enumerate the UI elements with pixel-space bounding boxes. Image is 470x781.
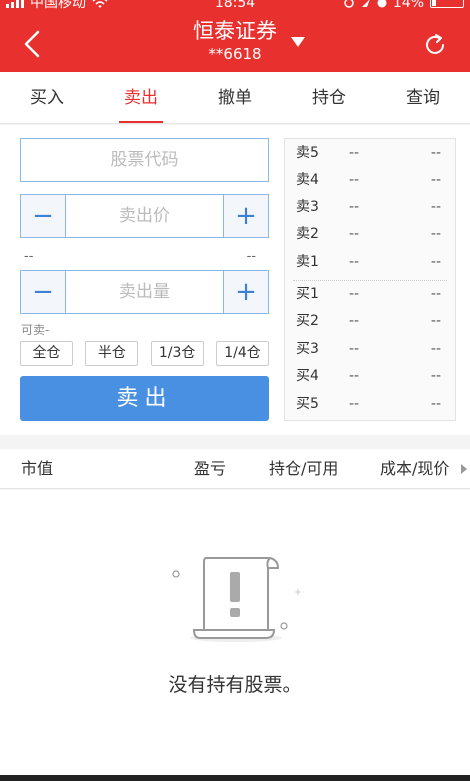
chevron-right-icon[interactable] (460, 463, 468, 475)
holdings-empty-state: 没有持有股票。 (0, 490, 470, 775)
trade-tabs: 买入 卖出 撤单 持仓 查询 (0, 72, 470, 124)
ask-row[interactable]: 卖1 -- -- (285, 249, 455, 276)
bid-price: -- (349, 286, 360, 302)
battery-icon (430, 0, 464, 8)
bid-row[interactable]: 买4 -- -- (285, 363, 455, 390)
price-limit-low: -- (24, 249, 34, 264)
tab-cancel[interactable]: 撤单 (188, 72, 282, 123)
column-profit-loss: 盈亏 (194, 459, 227, 478)
bid-volume: -- (430, 341, 441, 357)
ask-row[interactable]: 卖5 -- -- (285, 140, 455, 167)
bid-price: -- (349, 313, 360, 329)
bid-volume: -- (430, 286, 441, 302)
position-half-button[interactable]: 半仓 (85, 341, 139, 366)
price-stepper: − 卖出价 + (20, 194, 269, 238)
quantity-stepper: − 卖出量 + (20, 270, 269, 314)
ask-price: -- (349, 172, 360, 188)
ask-volume: -- (430, 226, 441, 242)
price-limit-high: -- (246, 249, 256, 264)
ask-label: 卖2 (296, 226, 319, 242)
ask-price: -- (349, 226, 360, 242)
bid-label: 买5 (296, 396, 319, 412)
ask-volume: -- (430, 172, 441, 188)
position-quarter-button[interactable]: 1/4仓 (215, 341, 269, 366)
chevron-down-icon[interactable] (290, 36, 306, 48)
bid-label: 买2 (296, 313, 319, 329)
empty-message: 没有持有股票。 (168, 674, 302, 696)
bid-volume: -- (430, 396, 441, 412)
price-input[interactable]: 卖出价 (66, 195, 223, 237)
battery-percent: 14% (392, 0, 424, 11)
price-range: -- -- (24, 249, 256, 264)
tab-query[interactable]: 查询 (376, 72, 470, 123)
ask-volume: -- (430, 254, 441, 270)
clock-icon (377, 0, 387, 8)
bid-volume: -- (430, 368, 441, 384)
ask-price: -- (349, 199, 360, 215)
ask-row[interactable]: 卖4 -- -- (285, 167, 455, 194)
tab-positions[interactable]: 持仓 (282, 72, 376, 123)
bid-row[interactable]: 买2 -- -- (285, 308, 455, 335)
bid-label: 买3 (296, 341, 319, 357)
price-decrease-button[interactable]: − (21, 195, 66, 237)
column-market-value: 市值 (21, 459, 54, 478)
ask-label: 卖5 (296, 145, 319, 161)
bid-price: -- (349, 396, 360, 412)
bid-volume: -- (430, 313, 441, 329)
quantity-input[interactable]: 卖出量 (66, 271, 223, 313)
bid-row[interactable]: 买1 -- -- (285, 281, 455, 308)
order-book: 卖5 -- -- 卖4 -- -- 卖3 -- -- 卖2 -- -- 卖1 -… (284, 138, 456, 421)
column-position-available: 持仓/可用 (269, 459, 339, 478)
status-bar: 中国移动 18:54 14% (0, 0, 470, 14)
bid-row[interactable]: 买3 -- -- (285, 336, 455, 363)
quantity-decrease-button[interactable]: − (21, 271, 66, 313)
position-third-button[interactable]: 1/3仓 (150, 341, 204, 366)
stock-code-input[interactable] (20, 138, 269, 182)
ask-label: 卖4 (296, 172, 319, 188)
refresh-icon[interactable] (422, 32, 448, 58)
bid-price: -- (349, 341, 360, 357)
position-full-button[interactable]: 全仓 (20, 341, 73, 366)
trade-panel: − 卖出价 + -- -- − 卖出量 + 可卖- 全仓 半仓 1/3仓 1/4… (0, 125, 470, 435)
column-cost-price: 成本/现价 (380, 459, 450, 478)
ask-volume: -- (430, 199, 441, 215)
ask-price: -- (349, 254, 360, 270)
back-icon[interactable] (18, 28, 48, 60)
ask-row[interactable]: 卖2 -- -- (285, 221, 455, 248)
price-increase-button[interactable]: + (223, 195, 268, 237)
ask-label: 卖3 (296, 199, 319, 215)
bid-label: 买4 (296, 368, 319, 384)
bottom-bar (0, 775, 470, 781)
ask-label: 卖1 (296, 254, 319, 270)
quantity-increase-button[interactable]: + (223, 271, 268, 313)
position-buttons: 全仓 半仓 1/3仓 1/4仓 (20, 341, 269, 366)
alarm-icon (361, 0, 370, 7)
ask-row[interactable]: 卖3 -- -- (285, 194, 455, 221)
ask-price: -- (349, 145, 360, 161)
bid-row[interactable]: 买5 -- -- (285, 391, 455, 418)
ask-volume: -- (430, 145, 441, 161)
available-to-sell: 可卖- (21, 323, 50, 337)
bid-price: -- (349, 368, 360, 384)
app-header: 中国移动 18:54 14% 恒泰证券 **6618 (0, 0, 470, 72)
holdings-header: 市值 盈亏 持仓/可用 成本/现价 (0, 449, 470, 489)
tab-sell[interactable]: 卖出 (94, 72, 188, 123)
tab-buy[interactable]: 买入 (0, 72, 94, 123)
location-icon (344, 0, 354, 8)
empty-document-icon (172, 557, 301, 642)
sell-button[interactable]: 卖出 (20, 376, 269, 421)
bid-label: 买1 (296, 286, 319, 302)
